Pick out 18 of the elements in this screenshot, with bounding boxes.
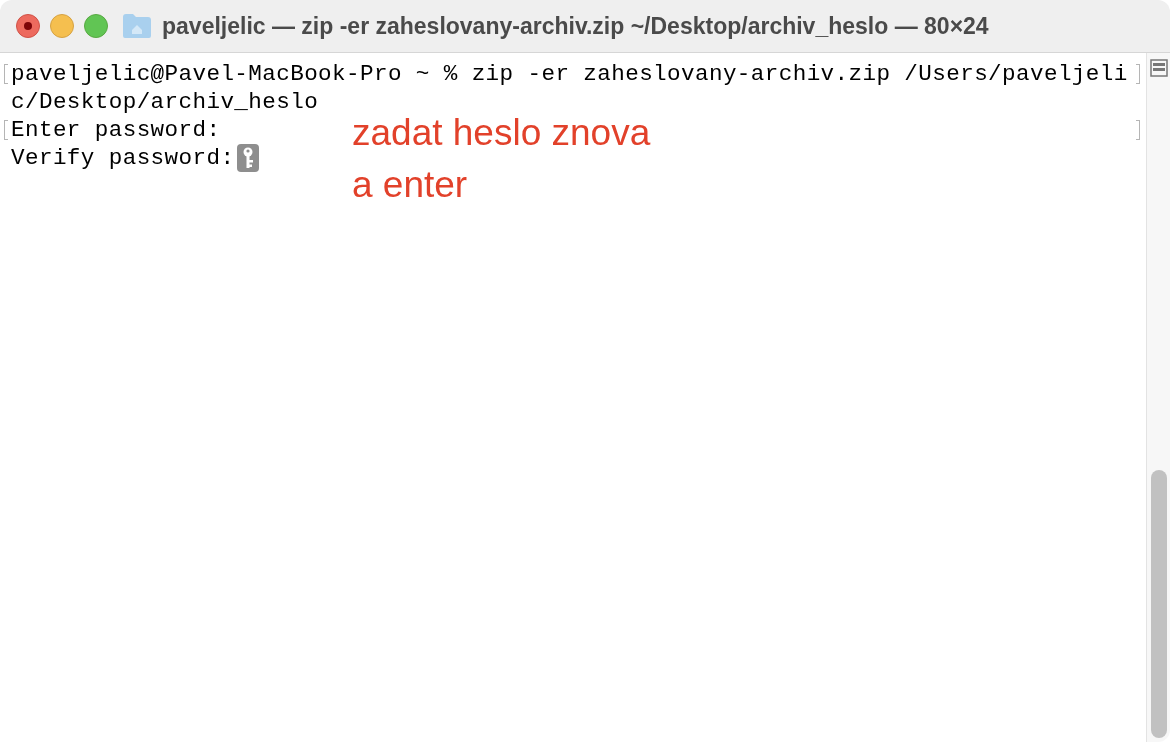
split-view-icon — [1149, 59, 1168, 77]
line-mark-icon — [4, 64, 8, 84]
annotation-text: zadat heslo znova — [352, 111, 651, 155]
close-button[interactable] — [16, 14, 40, 38]
minimize-button[interactable] — [50, 14, 74, 38]
terminal-line: Verify password: — [11, 144, 235, 172]
window-title: paveljelic — zip -er zaheslovany-archiv.zip ~/Desktop/archiv_heslo — 80×24 — [162, 11, 989, 41]
line-mark-icon — [1136, 120, 1140, 140]
line-mark-icon — [4, 120, 8, 140]
annotation-text: a enter — [352, 163, 469, 207]
folder-icon — [122, 13, 152, 39]
line-mark-icon — [1136, 64, 1140, 84]
scrollbar-thumb[interactable] — [1150, 470, 1167, 738]
terminal-line: paveljelic@Pavel-MacBook-Pro ~ % zip -er zaheslovany-archiv.zip /Users/paveljeli — [11, 60, 1128, 88]
terminal-line: Enter password: — [11, 116, 221, 144]
key-icon — [237, 144, 260, 172]
terminal-line: c/Desktop/archiv_heslo — [11, 88, 319, 116]
zoom-button[interactable] — [84, 14, 108, 38]
